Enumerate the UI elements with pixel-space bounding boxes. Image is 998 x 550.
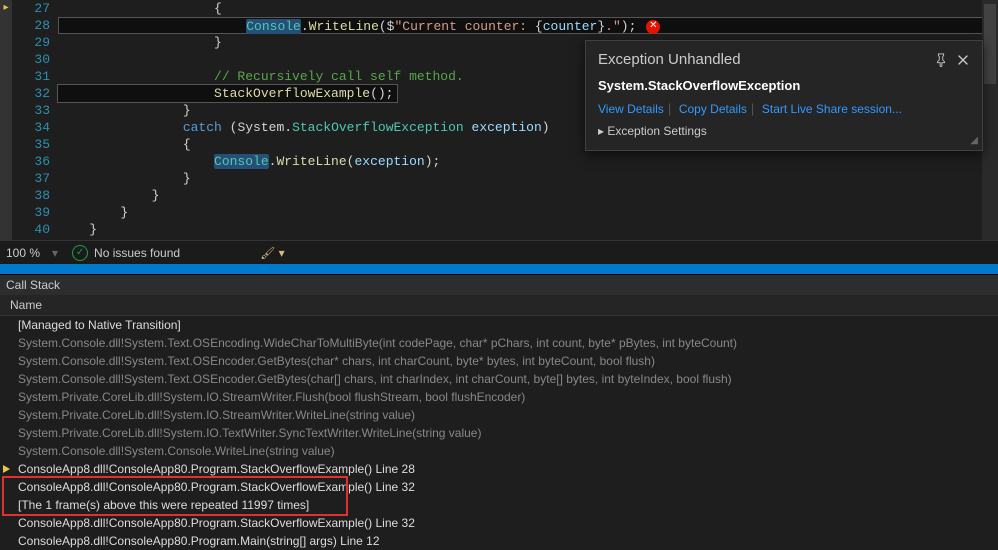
code-line[interactable]: Console.WriteLine(exception);: [58, 153, 998, 170]
call-stack-row[interactable]: ConsoleApp8.dll!ConsoleApp80.Program.Sta…: [0, 514, 998, 532]
pin-icon[interactable]: [934, 53, 948, 67]
panel-divider[interactable]: [0, 264, 998, 274]
zoom-level[interactable]: 100 %: [0, 246, 52, 260]
exception-type: System.StackOverflowException: [598, 78, 970, 93]
call-stack-row[interactable]: System.Private.CoreLib.dll!System.IO.Str…: [0, 406, 998, 424]
code-line[interactable]: }: [58, 187, 998, 204]
call-stack-row[interactable]: ConsoleApp8.dll!ConsoleApp80.Program.Sta…: [0, 478, 998, 496]
code-editor[interactable]: ▸ 2728293031323334353637383940 { Console…: [0, 0, 998, 240]
call-stack-row[interactable]: System.Console.dll!System.Text.OSEncodin…: [0, 334, 998, 352]
call-stack-row[interactable]: ConsoleApp8.dll!ConsoleApp80.Program.Mai…: [0, 532, 998, 550]
editor-status-bar: 100 % ▾ No issues found 🖌 ▾: [0, 240, 998, 264]
call-stack-row[interactable]: System.Private.CoreLib.dll!System.IO.Str…: [0, 388, 998, 406]
call-stack-title[interactable]: Call Stack: [0, 274, 998, 295]
exception-popup-title: Exception Unhandled: [598, 51, 926, 68]
call-stack-panel: Call Stack Name [Managed to Native Trans…: [0, 274, 998, 550]
breakpoint-margin[interactable]: ▸: [0, 0, 12, 240]
call-stack-row[interactable]: System.Console.dll!System.Text.OSEncoder…: [0, 370, 998, 388]
exception-settings-expander[interactable]: Exception Settings: [598, 124, 970, 138]
call-stack-row[interactable]: System.Console.dll!System.Text.OSEncoder…: [0, 352, 998, 370]
call-stack-row[interactable]: ConsoleApp8.dll!ConsoleApp80.Program.Sta…: [0, 460, 998, 478]
error-badge-icon[interactable]: [646, 20, 660, 34]
line-number-gutter: 2728293031323334353637383940: [12, 0, 58, 240]
exception-links: View Details| Copy Details| Start Live S…: [598, 101, 970, 116]
exception-popup: Exception Unhandled System.StackOverflow…: [585, 40, 983, 151]
vertical-scrollbar[interactable]: [982, 0, 998, 240]
code-line[interactable]: Console.WriteLine($"Current counter: {co…: [58, 17, 998, 34]
brush-icon[interactable]: 🖌 ▾: [260, 246, 285, 260]
close-icon[interactable]: [956, 53, 970, 67]
code-line[interactable]: }: [58, 170, 998, 187]
call-stack-header-name[interactable]: Name: [0, 295, 998, 316]
resize-grip-icon[interactable]: ◢: [970, 135, 978, 146]
call-stack-row[interactable]: [The 1 frame(s) above this were repeated…: [0, 496, 998, 514]
issues-status[interactable]: No issues found: [94, 246, 180, 260]
call-stack-row[interactable]: [Managed to Native Transition]: [0, 316, 998, 334]
code-line[interactable]: {: [58, 0, 998, 17]
code-line[interactable]: }: [58, 221, 998, 238]
live-share-link[interactable]: Start Live Share session...: [762, 102, 902, 116]
check-icon: [72, 245, 88, 261]
call-stack-rows[interactable]: [Managed to Native Transition]System.Con…: [0, 316, 998, 550]
view-details-link[interactable]: View Details: [598, 102, 664, 116]
code-line[interactable]: }: [58, 204, 998, 221]
call-stack-row[interactable]: System.Console.dll!System.Console.WriteL…: [0, 442, 998, 460]
code-line[interactable]: StackOverflowExample();: [58, 85, 397, 102]
copy-details-link[interactable]: Copy Details: [679, 102, 747, 116]
call-stack-row[interactable]: System.Private.CoreLib.dll!System.IO.Tex…: [0, 424, 998, 442]
